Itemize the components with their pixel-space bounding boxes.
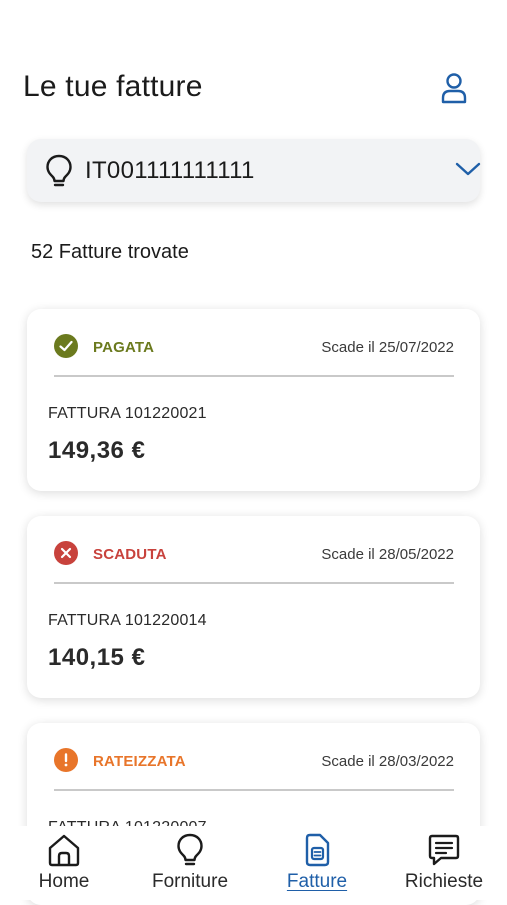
divider bbox=[54, 375, 454, 377]
due-date: Scade il 28/05/2022 bbox=[321, 546, 454, 563]
divider bbox=[54, 789, 454, 791]
chevron-down-icon bbox=[455, 162, 481, 176]
status-badge: PAGATA bbox=[93, 339, 155, 356]
divider bbox=[54, 582, 454, 584]
invoice-number: FATTURA 101220014 bbox=[48, 612, 207, 629]
x-circle-icon bbox=[54, 541, 78, 565]
due-date: Scade il 25/07/2022 bbox=[321, 339, 454, 356]
bottom-tab-bar: Home Forniture Fatture Richieste bbox=[0, 826, 507, 900]
tab-label: Fatture bbox=[286, 871, 348, 892]
tab-richieste[interactable]: Richieste bbox=[402, 832, 486, 896]
header: Le tue fatture bbox=[0, 60, 507, 116]
chat-icon bbox=[428, 834, 460, 866]
invoice-card[interactable]: PAGATA Scade il 25/07/2022 FATTURA 10122… bbox=[27, 309, 480, 491]
invoice-amount: 140,15 € bbox=[48, 644, 146, 671]
lightbulb-icon bbox=[177, 833, 203, 866]
tab-label: Richieste bbox=[404, 871, 484, 892]
tab-home[interactable]: Home bbox=[34, 832, 94, 896]
status-badge: RATEIZZATA bbox=[93, 753, 186, 770]
supply-selector[interactable]: IT001111111111 bbox=[27, 139, 481, 202]
lightbulb-icon bbox=[46, 154, 72, 187]
exclamation-circle-icon bbox=[54, 748, 78, 772]
tab-forniture[interactable]: Forniture bbox=[150, 832, 230, 896]
results-count: 52 Fatture trovate bbox=[31, 241, 189, 263]
invoice-amount: 149,36 € bbox=[48, 437, 146, 464]
status-badge: SCADUTA bbox=[93, 546, 167, 563]
tab-fatture[interactable]: Fatture bbox=[284, 832, 350, 896]
invoice-card[interactable]: SCADUTA Scade il 28/05/2022 FATTURA 1012… bbox=[27, 516, 480, 698]
document-icon bbox=[305, 833, 330, 867]
page-title: Le tue fatture bbox=[23, 70, 203, 103]
user-icon bbox=[441, 73, 467, 104]
tab-label: Home bbox=[38, 871, 90, 892]
check-circle-icon bbox=[54, 334, 78, 358]
supply-code: IT001111111111 bbox=[85, 157, 255, 184]
profile-button[interactable] bbox=[436, 70, 472, 106]
home-icon bbox=[48, 834, 80, 867]
invoice-number: FATTURA 101220021 bbox=[48, 405, 207, 422]
tab-label: Forniture bbox=[151, 871, 229, 892]
due-date: Scade il 28/03/2022 bbox=[321, 753, 454, 770]
